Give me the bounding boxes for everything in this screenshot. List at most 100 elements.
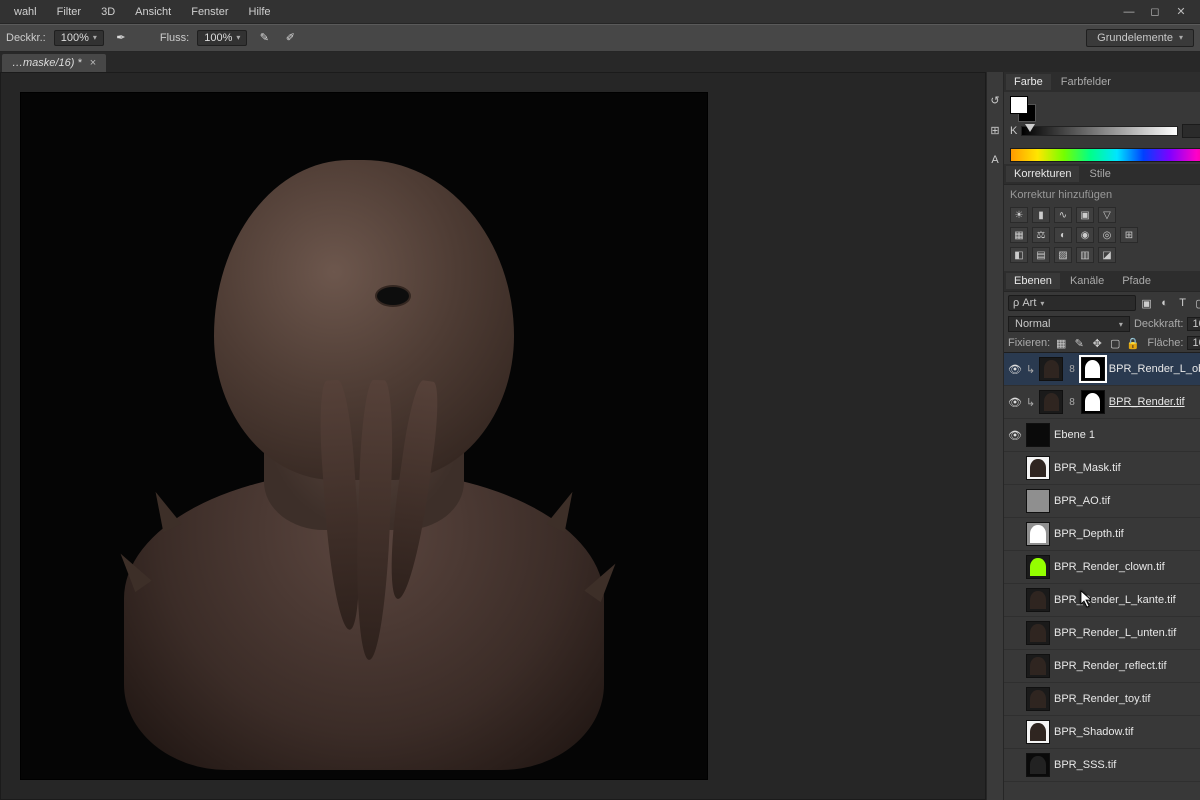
channel-mixer-icon[interactable]: ◎ bbox=[1098, 227, 1116, 243]
opacity-dropdown[interactable]: 100%▾ bbox=[54, 30, 104, 46]
character-icon[interactable]: A bbox=[987, 152, 1003, 168]
close-icon[interactable]: × bbox=[90, 57, 96, 69]
layer-name-label[interactable]: BPR_Render.tif bbox=[1109, 396, 1200, 408]
visibility-eye-icon[interactable]: 👁 bbox=[1008, 362, 1022, 376]
visibility-eye-icon[interactable] bbox=[1008, 593, 1022, 607]
visibility-eye-icon[interactable] bbox=[1008, 461, 1022, 475]
layer-row[interactable]: BPR_Render_clown.tif bbox=[1004, 551, 1200, 584]
color-balance-icon[interactable]: ⚖ bbox=[1032, 227, 1050, 243]
selective-color-icon[interactable]: ◪ bbox=[1098, 247, 1116, 263]
visibility-eye-icon[interactable]: 👁 bbox=[1008, 395, 1022, 409]
layer-row[interactable]: BPR_Render_reflect.tif bbox=[1004, 650, 1200, 683]
layer-row[interactable]: BPR_Depth.tif bbox=[1004, 518, 1200, 551]
visibility-eye-icon[interactable] bbox=[1008, 758, 1022, 772]
levels-icon[interactable]: ▮ bbox=[1032, 207, 1050, 223]
tab-farbfelder[interactable]: Farbfelder bbox=[1053, 74, 1119, 90]
layer-mask-thumbnail[interactable] bbox=[1081, 390, 1105, 414]
visibility-eye-icon[interactable] bbox=[1008, 494, 1022, 508]
color-spectrum[interactable] bbox=[1010, 148, 1200, 162]
hue-saturation-icon[interactable]: ▦ bbox=[1010, 227, 1028, 243]
menu-fenster[interactable]: Fenster bbox=[181, 6, 238, 18]
mask-link-icon[interactable]: 8 bbox=[1067, 364, 1077, 375]
visibility-eye-icon[interactable] bbox=[1008, 527, 1022, 541]
canvas-background[interactable] bbox=[0, 72, 986, 800]
pressure-opacity-icon[interactable]: ✒ bbox=[112, 29, 130, 47]
layer-thumbnail[interactable] bbox=[1026, 456, 1050, 480]
foreground-background-swatch[interactable] bbox=[1010, 96, 1036, 122]
layer-name-label[interactable]: BPR_SSS.tif bbox=[1054, 759, 1200, 771]
tab-ebenen[interactable]: Ebenen bbox=[1006, 273, 1060, 289]
visibility-eye-icon[interactable] bbox=[1008, 659, 1022, 673]
layer-row[interactable]: 👁 Ebene 1 bbox=[1004, 419, 1200, 452]
visibility-eye-icon[interactable] bbox=[1008, 725, 1022, 739]
layer-row[interactable]: BPR_Render_toy.tif bbox=[1004, 683, 1200, 716]
invert-icon[interactable]: ◧ bbox=[1010, 247, 1028, 263]
layer-row[interactable]: BPR_Render_L_kante.tif bbox=[1004, 584, 1200, 617]
tab-stile[interactable]: Stile bbox=[1081, 166, 1118, 182]
visibility-eye-icon[interactable]: 👁 bbox=[1008, 428, 1022, 442]
layer-row[interactable]: BPR_SSS.tif bbox=[1004, 749, 1200, 782]
layer-name-label[interactable]: BPR_AO.tif bbox=[1054, 495, 1200, 507]
layer-thumbnail[interactable] bbox=[1026, 522, 1050, 546]
visibility-eye-icon[interactable] bbox=[1008, 560, 1022, 574]
visibility-eye-icon[interactable] bbox=[1008, 692, 1022, 706]
document-canvas[interactable] bbox=[21, 93, 707, 779]
brightness-contrast-icon[interactable]: ☀ bbox=[1010, 207, 1028, 223]
menu-hilfe[interactable]: Hilfe bbox=[239, 6, 281, 18]
layer-thumbnail[interactable] bbox=[1026, 621, 1050, 645]
workspace-dropdown[interactable]: Grundelemente▾ bbox=[1086, 29, 1194, 47]
curves-icon[interactable]: ∿ bbox=[1054, 207, 1072, 223]
exposure-icon[interactable]: ▣ bbox=[1076, 207, 1094, 223]
layer-name-label[interactable]: Ebene 1 bbox=[1054, 429, 1200, 441]
layer-name-label[interactable]: BPR_Render_L_kante.tif bbox=[1054, 594, 1200, 606]
layer-list[interactable]: 👁↳8BPR_Render_L_oben...👁↳8BPR_Render.tif… bbox=[1004, 353, 1200, 800]
black-white-icon[interactable]: ◐ bbox=[1054, 227, 1072, 243]
layer-opacity-value[interactable]: 100% bbox=[1187, 317, 1200, 331]
tab-farbe[interactable]: Farbe bbox=[1006, 74, 1051, 90]
layer-row[interactable]: BPR_Mask.tif bbox=[1004, 452, 1200, 485]
layer-thumbnail[interactable] bbox=[1026, 687, 1050, 711]
lut-icon[interactable]: ⊞ bbox=[1120, 227, 1138, 243]
tab-pfade[interactable]: Pfade bbox=[1114, 273, 1159, 289]
layer-filter-dropdown[interactable]: ρ Art▾ bbox=[1008, 295, 1136, 311]
lock-all-icon[interactable]: 🔒 bbox=[1126, 336, 1140, 350]
history-icon[interactable]: ↺ bbox=[987, 92, 1003, 108]
layer-thumbnail[interactable] bbox=[1026, 588, 1050, 612]
layer-fill-value[interactable]: 100% bbox=[1187, 336, 1200, 350]
layer-thumbnail[interactable] bbox=[1026, 423, 1050, 447]
layer-row[interactable]: BPR_Render_L_unten.tif bbox=[1004, 617, 1200, 650]
filter-shape-icon[interactable]: ▢ bbox=[1194, 296, 1200, 310]
mask-link-icon[interactable]: 8 bbox=[1067, 397, 1077, 408]
k-slider-value[interactable]: 0 bbox=[1182, 124, 1200, 138]
pressure-size-icon[interactable]: ✐ bbox=[281, 29, 299, 47]
lock-position-icon[interactable]: ✥ bbox=[1090, 336, 1104, 350]
flow-dropdown[interactable]: 100%▾ bbox=[197, 30, 247, 46]
window-minimize-icon[interactable]: — bbox=[1120, 5, 1138, 19]
vibrance-icon[interactable]: ▽ bbox=[1098, 207, 1116, 223]
filter-adjustment-icon[interactable]: ◐ bbox=[1158, 296, 1172, 310]
layer-mask-thumbnail[interactable] bbox=[1081, 357, 1105, 381]
visibility-eye-icon[interactable] bbox=[1008, 626, 1022, 640]
layer-thumbnail[interactable] bbox=[1026, 753, 1050, 777]
posterize-icon[interactable]: ▤ bbox=[1032, 247, 1050, 263]
layer-row[interactable]: 👁↳8BPR_Render_L_oben... bbox=[1004, 353, 1200, 386]
airbrush-icon[interactable]: ✎ bbox=[255, 29, 273, 47]
layer-name-label[interactable]: BPR_Depth.tif bbox=[1054, 528, 1200, 540]
foreground-color-swatch[interactable] bbox=[1010, 96, 1028, 114]
layer-thumbnail[interactable] bbox=[1026, 720, 1050, 744]
tab-korrekturen[interactable]: Korrekturen bbox=[1006, 166, 1079, 182]
layer-name-label[interactable]: BPR_Render_toy.tif bbox=[1054, 693, 1200, 705]
layer-name-label[interactable]: BPR_Render_reflect.tif bbox=[1054, 660, 1200, 672]
gradient-map-icon[interactable]: ▥ bbox=[1076, 247, 1094, 263]
menu-3d[interactable]: 3D bbox=[91, 6, 125, 18]
lock-pixels-icon[interactable]: ✎ bbox=[1072, 336, 1086, 350]
tab-kanaele[interactable]: Kanäle bbox=[1062, 273, 1112, 289]
photo-filter-icon[interactable]: ◉ bbox=[1076, 227, 1094, 243]
layer-row[interactable]: BPR_AO.tif bbox=[1004, 485, 1200, 518]
filter-image-icon[interactable]: ▣ bbox=[1140, 296, 1154, 310]
threshold-icon[interactable]: ▨ bbox=[1054, 247, 1072, 263]
layer-thumbnail[interactable] bbox=[1039, 390, 1063, 414]
lock-transparency-icon[interactable]: ▦ bbox=[1054, 336, 1068, 350]
k-slider[interactable] bbox=[1021, 126, 1177, 136]
layer-name-label[interactable]: BPR_Render_L_unten.tif bbox=[1054, 627, 1200, 639]
